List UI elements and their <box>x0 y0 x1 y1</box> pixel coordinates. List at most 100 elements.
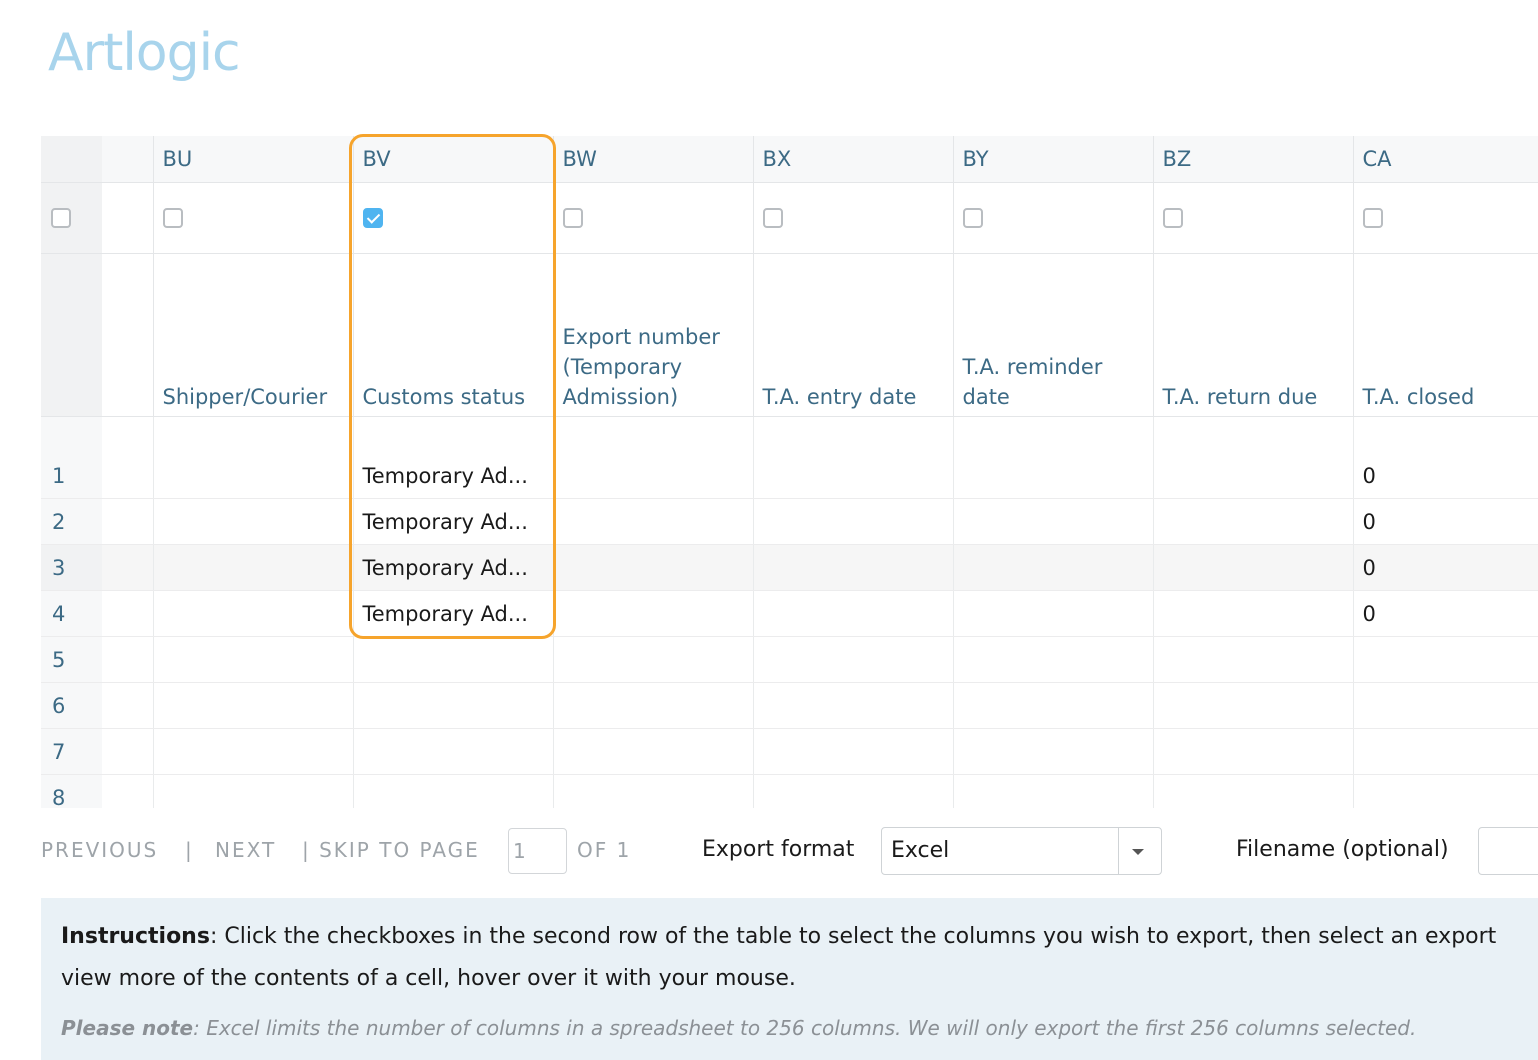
export-format-select[interactable]: Excel <box>881 827 1162 875</box>
table-cell[interactable]: Temporary Ad... <box>352 590 553 637</box>
table-cell[interactable] <box>1152 453 1353 499</box>
table-cell[interactable] <box>752 544 953 591</box>
row-number: 6 <box>41 682 102 729</box>
table-cell[interactable] <box>1152 728 1353 775</box>
select-all-checkbox[interactable] <box>51 208 71 229</box>
table-cell[interactable] <box>752 682 953 729</box>
table-cell[interactable] <box>1352 682 1538 729</box>
table-cell[interactable]: Temporary Ad... <box>352 544 553 591</box>
next-link[interactable]: NEXT <box>215 838 276 862</box>
column-letter: BU <box>152 136 353 183</box>
column-select-checkbox[interactable] <box>362 208 383 229</box>
row-number: 8 <box>41 774 102 808</box>
table-cell[interactable] <box>1352 728 1538 775</box>
table-cell[interactable] <box>352 728 553 775</box>
table-cell[interactable] <box>952 682 1153 729</box>
table-cell[interactable] <box>352 682 553 729</box>
table-cell[interactable] <box>552 774 753 808</box>
table-cell[interactable] <box>752 590 953 637</box>
gap-cell <box>102 728 153 775</box>
table-cell[interactable] <box>752 498 953 545</box>
column-header: T.A. reminder date <box>952 253 1153 417</box>
artlogic-logo[interactable]: Artlogic <box>48 22 288 92</box>
table-cell[interactable] <box>752 453 953 499</box>
column-select-checkbox[interactable] <box>762 208 783 229</box>
table-cell[interactable] <box>952 590 1153 637</box>
table-cell[interactable] <box>752 636 953 683</box>
spacer-cell <box>1152 416 1353 453</box>
table-cell[interactable] <box>1152 544 1353 591</box>
column-header: T.A. entry date <box>752 253 953 417</box>
table-cell[interactable] <box>352 636 553 683</box>
table-cell[interactable] <box>152 728 353 775</box>
table-cell[interactable] <box>1152 590 1353 637</box>
select-divider <box>1118 828 1119 874</box>
chevron-down-icon[interactable] <box>1132 849 1144 855</box>
table-cell[interactable]: 0 <box>1352 544 1538 591</box>
table-cell[interactable]: 0 <box>1352 453 1538 499</box>
table-cell[interactable] <box>552 544 753 591</box>
table-cell[interactable] <box>1152 636 1353 683</box>
table-cell[interactable] <box>552 682 753 729</box>
row-number: 3 <box>41 544 102 591</box>
please-note-text: : Excel limits the number of columns in … <box>193 1016 1417 1040</box>
table-cell[interactable] <box>152 636 353 683</box>
table-cell[interactable] <box>1352 774 1538 808</box>
table-cell[interactable] <box>552 498 753 545</box>
table-row: 1 Temporary Ad... 0 <box>41 453 1538 499</box>
table-cell[interactable] <box>952 544 1153 591</box>
table-cell[interactable]: 0 <box>1352 498 1538 545</box>
table-cell[interactable] <box>1152 682 1353 729</box>
table-cell[interactable]: Temporary Ad... <box>352 498 553 545</box>
column-select-checkbox[interactable] <box>562 208 583 229</box>
table-cell[interactable] <box>752 728 953 775</box>
page-number-input[interactable] <box>508 828 567 874</box>
column-select-checkbox[interactable] <box>1362 208 1383 229</box>
table-row: 7 <box>41 728 1538 775</box>
table-row: 6 <box>41 682 1538 729</box>
column-select-checkbox[interactable] <box>962 208 983 229</box>
table-cell[interactable] <box>152 590 353 637</box>
gap-cell <box>102 590 153 637</box>
table-cell[interactable] <box>552 590 753 637</box>
table-cell[interactable] <box>1152 774 1353 808</box>
table-cell[interactable] <box>152 498 353 545</box>
column-checkbox-cell <box>1352 182 1538 254</box>
table-cell[interactable] <box>1152 498 1353 545</box>
table-cell[interactable] <box>552 453 753 499</box>
table-cell[interactable] <box>152 682 353 729</box>
table-cell[interactable] <box>1352 636 1538 683</box>
table-row: 2 Temporary Ad... 0 <box>41 498 1538 545</box>
corner-cell <box>41 136 102 183</box>
table-cell[interactable] <box>952 498 1153 545</box>
column-select-checkbox[interactable] <box>162 208 183 229</box>
previous-link[interactable]: PREVIOUS <box>41 838 158 862</box>
gap-cell <box>102 136 153 183</box>
table-cell[interactable] <box>552 636 753 683</box>
table-cell[interactable] <box>152 453 353 499</box>
table-cell[interactable] <box>152 544 353 591</box>
column-checkbox-cell <box>952 182 1153 254</box>
spacer-cell <box>552 416 753 453</box>
column-select-checkbox[interactable] <box>1162 208 1183 229</box>
instructions-label: Instructions <box>61 924 210 949</box>
column-letters-row: BU BV BW BX BY BZ CA <box>41 136 1538 183</box>
table-cell[interactable] <box>352 774 553 808</box>
column-checkbox-cell <box>1152 182 1353 254</box>
table-cell[interactable] <box>752 774 953 808</box>
table-cell[interactable] <box>952 453 1153 499</box>
export-grid: BU BV BW BX BY BZ CA Shipper/Courier Customs sta… <box>41 136 1538 808</box>
table-cell[interactable] <box>152 774 353 808</box>
row-number: 1 <box>41 453 102 499</box>
table-cell[interactable]: Temporary Ad... <box>352 453 553 499</box>
table-cell[interactable] <box>952 728 1153 775</box>
gap-cell <box>102 453 153 499</box>
row-number: 5 <box>41 636 102 683</box>
artlogic-logo-mark: Artlogic <box>48 23 241 83</box>
table-cell[interactable] <box>552 728 753 775</box>
table-cell[interactable]: 0 <box>1352 590 1538 637</box>
filename-input[interactable] <box>1478 827 1538 875</box>
instructions-text: : Click the checkboxes in the second row… <box>209 924 1497 949</box>
table-cell[interactable] <box>952 774 1153 808</box>
table-cell[interactable] <box>952 636 1153 683</box>
